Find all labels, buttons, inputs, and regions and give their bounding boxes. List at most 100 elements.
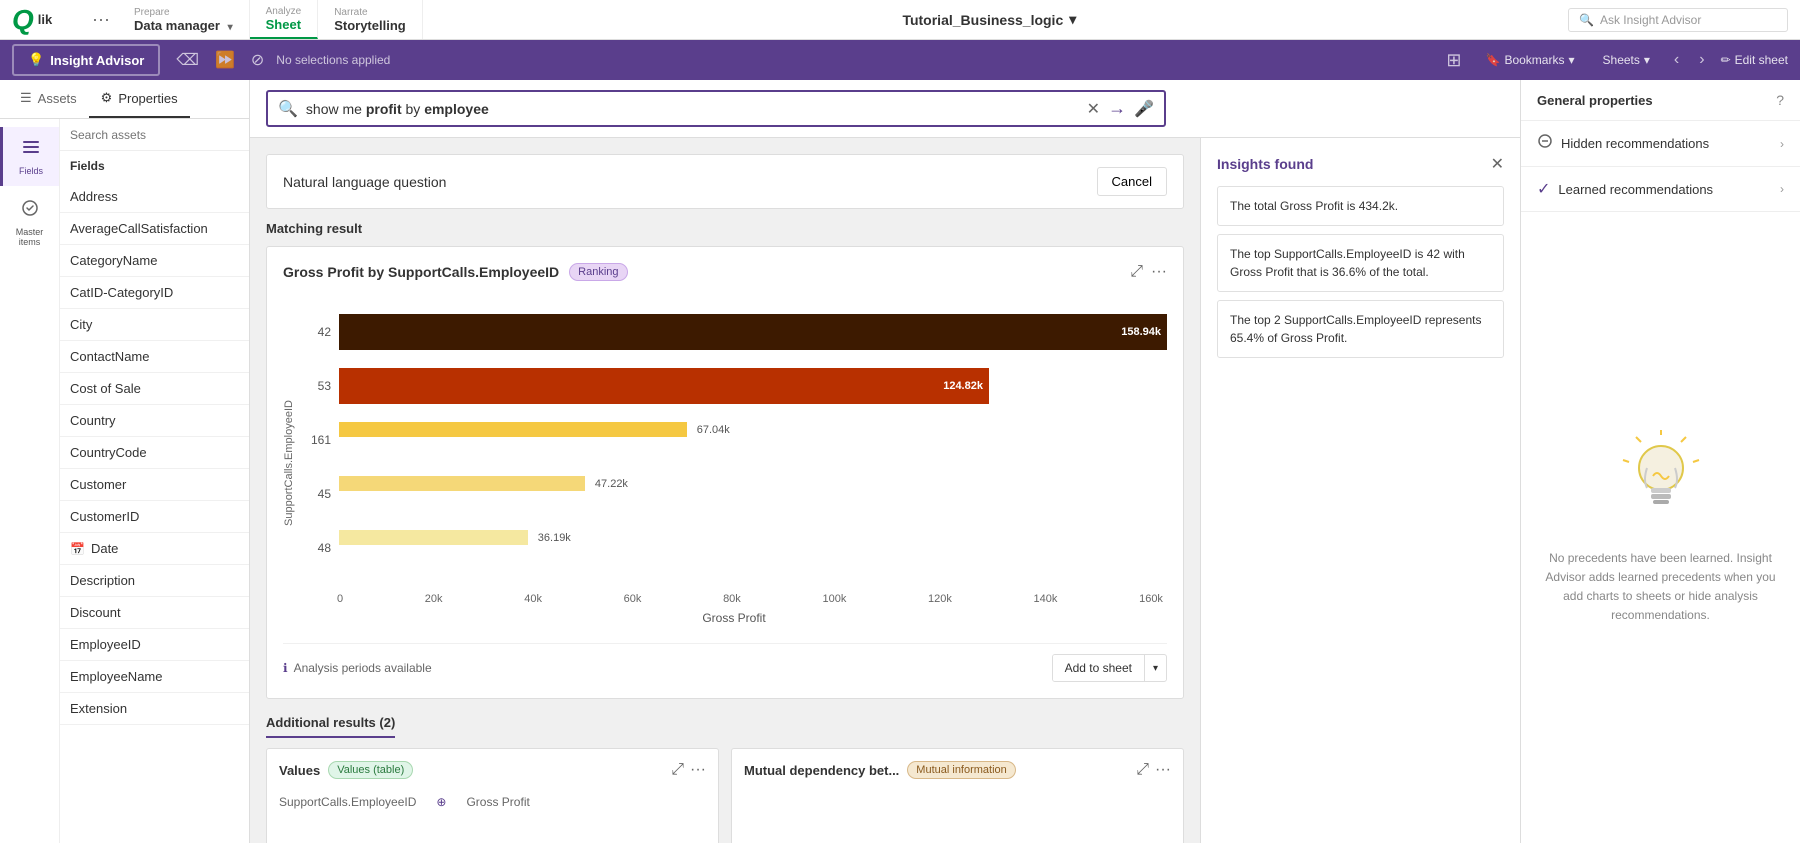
bar-wrapper-42: 158.94k — [339, 314, 1167, 350]
field-item-avgcall[interactable]: AverageCallSatisfaction — [60, 213, 249, 245]
bar-value-42: 158.94k — [1121, 326, 1161, 338]
add-to-sheet-dropdown-icon[interactable]: ▾ — [1145, 657, 1166, 680]
field-item-extension[interactable]: Extension — [60, 693, 249, 725]
field-item-customer[interactable]: Customer — [60, 469, 249, 501]
ask-insight-input[interactable]: 🔍 Ask Insight Advisor — [1568, 8, 1788, 32]
assets-tab-icon: ☰ — [20, 90, 32, 106]
mutual-badge: Mutual information — [907, 761, 1016, 779]
app-name[interactable]: Tutorial_Business_logic ▾ — [902, 11, 1076, 28]
mini-card-values-actions: ⤢ ··· — [671, 761, 706, 779]
mutual-expand-icon[interactable]: ⤢ — [1136, 761, 1149, 779]
bar-wrapper-45: 47.22k — [339, 476, 1167, 512]
chart-footer: ℹ Analysis periods available Add to shee… — [283, 643, 1167, 682]
additional-results-section: Additional results (2) Values Values (ta… — [266, 715, 1184, 843]
bar-value-53: 124.82k — [943, 380, 983, 392]
edit-sheet-button[interactable]: ✏ Edit sheet — [1721, 53, 1788, 67]
assets-tab[interactable]: ☰ Assets — [8, 80, 89, 118]
nav-analyze-title: Sheet — [266, 17, 302, 32]
expand-icon[interactable]: ⤢ — [1130, 263, 1143, 281]
chart-header: Gross Profit by SupportCalls.EmployeeID … — [283, 263, 1167, 281]
ask-insight-label: Ask Insight Advisor — [1600, 13, 1701, 27]
field-item-countrycode[interactable]: CountryCode — [60, 437, 249, 469]
mini-card-values-body: SupportCalls.EmployeeID ⊕ Gross Profit — [279, 787, 706, 817]
insights-header: Insights found ✕ — [1217, 154, 1504, 174]
hidden-recommendations-section[interactable]: Hidden recommendations › — [1521, 121, 1800, 167]
insight-advisor-button[interactable]: 💡 Insight Advisor — [12, 44, 160, 76]
bar-fill-45 — [339, 476, 585, 491]
insights-title: Insights found — [1217, 156, 1313, 172]
nav-analyze[interactable]: Analyze Sheet — [250, 0, 319, 39]
insights-close-icon[interactable]: ✕ — [1491, 154, 1504, 174]
learned-recommendations-section[interactable]: ✓ Learned recommendations › — [1521, 167, 1800, 212]
bars-container: 42 158.94k 53 — [301, 301, 1167, 601]
field-item-customerid[interactable]: CustomerID — [60, 501, 249, 533]
search-mic-icon[interactable]: 🎤 — [1134, 99, 1154, 119]
nav-analyze-label: Analyze — [266, 6, 302, 17]
bookmarks-button[interactable]: 🔖 Bookmarks ▾ — [1478, 49, 1583, 71]
nav-prev-icon[interactable]: ‹ — [1670, 47, 1683, 73]
values-link-icon[interactable]: ⊕ — [436, 795, 446, 809]
field-item-date[interactable]: 📅 Date — [60, 533, 249, 565]
search-assets-input[interactable] — [70, 128, 239, 142]
bar-chart: SupportCalls.EmployeeID 42 — [283, 293, 1167, 633]
nav-narrate[interactable]: Narrate Storytelling — [318, 0, 423, 39]
field-item-categoryname[interactable]: CategoryName — [60, 245, 249, 277]
chart-card-main: Gross Profit by SupportCalls.EmployeeID … — [266, 246, 1184, 699]
search-input-wrap[interactable]: 🔍 show me profit by employee ✕ → 🎤 — [266, 90, 1166, 127]
sidebar-item-fields[interactable]: Fields — [0, 127, 59, 186]
more-options-icon[interactable]: ··· — [1151, 263, 1167, 281]
calendar-icon: 📅 — [70, 542, 85, 556]
field-item-discount[interactable]: Discount — [60, 597, 249, 629]
right-panel-title: General properties — [1537, 93, 1653, 108]
mini-card-mutual: Mutual dependency bet... Mutual informat… — [731, 748, 1184, 843]
fields-search — [60, 119, 249, 151]
sidebar-item-master-items[interactable]: Master items — [0, 188, 59, 257]
selection-fwd-icon[interactable]: ⏩ — [211, 46, 239, 74]
field-item-description[interactable]: Description — [60, 565, 249, 597]
nav-next-icon[interactable]: › — [1695, 47, 1708, 73]
fields-icon — [21, 137, 41, 163]
grid-icon[interactable]: ⊞ — [1442, 46, 1465, 75]
insight-item-1: The top SupportCalls.EmployeeID is 42 wi… — [1217, 234, 1504, 292]
hidden-rec-arrow-icon: › — [1780, 137, 1784, 151]
add-to-sheet-button[interactable]: Add to sheet ▾ — [1052, 654, 1167, 682]
lightbulb-area: No precedents have been learned. Insight… — [1521, 212, 1800, 843]
qlik-logo: Q lik — [12, 9, 72, 31]
help-icon[interactable]: ? — [1776, 92, 1784, 108]
content-area: Natural language question Cancel Matchin… — [250, 138, 1520, 843]
sheets-button[interactable]: Sheets ▾ — [1595, 49, 1658, 71]
toolbar-right: ⊞ 🔖 Bookmarks ▾ Sheets ▾ ‹ › ✏ Edit shee… — [1442, 46, 1788, 75]
nav-prepare[interactable]: Prepare Data manager ▾ — [118, 0, 250, 39]
top-nav: Q lik ··· Prepare Data manager ▾ Analyze… — [0, 0, 1800, 40]
selection-clear-icon[interactable]: ⊘ — [247, 46, 268, 74]
master-items-label: Master items — [4, 227, 55, 247]
master-items-icon — [20, 198, 40, 224]
search-clear-icon[interactable]: ✕ — [1087, 99, 1100, 119]
search-submit-icon[interactable]: → — [1108, 98, 1126, 119]
bar-value-161: 67.04k — [697, 424, 730, 436]
bar-label-53: 53 — [301, 379, 331, 393]
cancel-button[interactable]: Cancel — [1097, 167, 1167, 196]
field-item-employeename[interactable]: EmployeeName — [60, 661, 249, 693]
field-item-address[interactable]: Address — [60, 181, 249, 213]
toolbar-actions: ⌫ ⏩ ⊘ No selections applied — [172, 46, 1430, 74]
field-item-employeeid[interactable]: EmployeeID — [60, 629, 249, 661]
selection-back-icon[interactable]: ⌫ — [172, 46, 203, 74]
bar-row-48: 48 36.19k — [301, 525, 1167, 571]
values-expand-icon[interactable]: ⤢ — [671, 761, 684, 779]
values-more-icon[interactable]: ··· — [690, 761, 706, 779]
mutual-more-icon[interactable]: ··· — [1155, 761, 1171, 779]
field-item-city[interactable]: City — [60, 309, 249, 341]
field-item-catid[interactable]: CatID-CategoryID — [60, 277, 249, 309]
sheets-dropdown-icon: ▾ — [1644, 53, 1650, 67]
assets-tab-label: Assets — [38, 91, 77, 106]
properties-tab[interactable]: ⚙ Properties — [89, 80, 190, 118]
field-item-country[interactable]: Country — [60, 405, 249, 437]
more-options-icon[interactable]: ··· — [84, 0, 118, 39]
fields-list: Address AverageCallSatisfaction Category… — [60, 181, 249, 843]
search-bar: 🔍 show me profit by employee ✕ → 🎤 — [250, 80, 1520, 138]
field-item-contactname[interactable]: ContactName — [60, 341, 249, 373]
bar-label-161: 161 — [301, 433, 331, 447]
chart-actions: ⤢ ··· — [1130, 263, 1167, 281]
field-item-costofsale[interactable]: Cost of Sale — [60, 373, 249, 405]
